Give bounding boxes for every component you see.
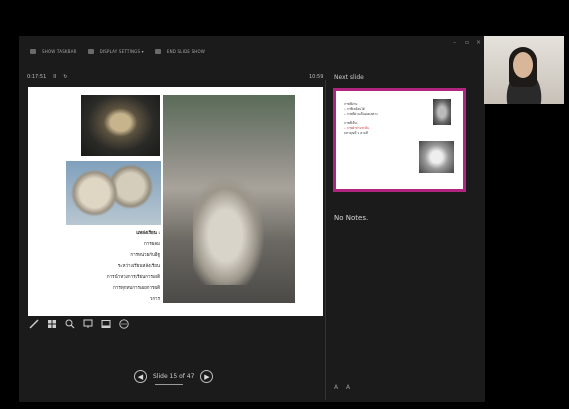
- slide-text-line: ระหว่างเรียนหลังเรียน: [117, 264, 160, 269]
- participant-face: [513, 52, 533, 78]
- decrease-font-button[interactable]: A: [334, 384, 338, 391]
- slide-text-line: วการ: [149, 297, 160, 302]
- next-slide-text: ภาพที่ผ่าน: • ภาพี่เหมือนได้ • ภาพที่ผ่า…: [344, 102, 404, 136]
- slide-tools: [29, 319, 129, 329]
- next-slide-image-bottom: [419, 141, 454, 173]
- show-taskbar-label: SHOW TASKBAR: [42, 48, 77, 54]
- display-settings-button[interactable]: DISPLAY SETTINGS ▾: [87, 48, 144, 54]
- clock: 10:59: [309, 74, 324, 80]
- restore-button[interactable]: ▫: [465, 39, 469, 46]
- chevron-left-icon: ◀: [137, 372, 144, 381]
- show-taskbar-button[interactable]: SHOW TASKBAR: [30, 48, 77, 54]
- end-show-icon: [154, 48, 161, 54]
- slide-text: แหล่งเรียน : การผลม การหน่วยกับอิฐู ระหว…: [98, 228, 160, 305]
- taskbar-icon: [30, 48, 36, 54]
- reset-timer-icon[interactable]: ↻: [63, 74, 67, 80]
- slide-image-plates: [66, 161, 161, 225]
- pane-divider[interactable]: [325, 80, 326, 400]
- slide-navigation: ◀ Slide 15 of 47 ▶: [134, 370, 214, 385]
- screen-icon[interactable]: [101, 319, 111, 329]
- top-toolbar: SHOW TASKBAR DISPLAY SETTINGS ▾ END SLID…: [19, 36, 485, 66]
- slide-text-line: การหน่วยกับอิฐู: [130, 253, 160, 258]
- pen-icon[interactable]: [29, 319, 39, 329]
- notes-font-controls: A A: [334, 384, 350, 391]
- slide-image-ceramic-bowls: [81, 95, 160, 156]
- elapsed-time: 0:17:51: [27, 74, 47, 80]
- slide-counter[interactable]: Slide 15 of 47: [153, 373, 195, 385]
- zoom-icon[interactable]: [65, 319, 75, 329]
- slide-text-line: แหล่งเรียน :: [136, 231, 160, 236]
- display-settings-icon: [87, 48, 94, 54]
- webcam-video: [484, 36, 564, 104]
- current-slide[interactable]: แหล่งเรียน : การผลม การหน่วยกับอิฐู ระหว…: [28, 87, 323, 316]
- end-slide-show-label: END SLIDE SHOW: [166, 48, 206, 54]
- next-slide-line: • ภาพที่ผ่านเป็นผมแต่ต่าง: [344, 112, 378, 116]
- next-slide-label: Next slide: [334, 74, 364, 81]
- presenter-view: SHOW TASKBAR DISPLAY SETTINGS ▾ END SLID…: [19, 36, 485, 402]
- more-options-icon[interactable]: [119, 319, 129, 329]
- close-button[interactable]: ×: [476, 39, 481, 46]
- next-slide-image-top: [433, 99, 451, 125]
- increase-font-button[interactable]: A: [346, 384, 350, 391]
- next-slide-line: มหาคุณที่ 1 ตามที่: [344, 131, 368, 135]
- end-slide-show-button[interactable]: END SLIDE SHOW: [154, 48, 206, 54]
- speaker-notes[interactable]: No Notes.: [334, 214, 368, 222]
- slide-text-line: การนำหวงการเรียนการเผดิ: [106, 275, 160, 280]
- see-all-slides-icon[interactable]: [47, 319, 57, 329]
- pointer-icon[interactable]: [83, 319, 93, 329]
- slide-text-line: การทุกทบการเผยการผดิ: [113, 286, 160, 291]
- next-slide-preview[interactable]: ภาพที่ผ่าน: • ภาพี่เหมือนได้ • ภาพที่ผ่า…: [333, 88, 466, 192]
- slide-text-line: การผลม: [143, 242, 160, 247]
- slide-counter-label: Slide 15 of 47: [153, 373, 195, 380]
- chevron-right-icon: ▶: [204, 372, 210, 381]
- timer: 0:17:51 II ↻: [27, 74, 67, 80]
- slide-image-kiln-site: [163, 95, 295, 303]
- previous-slide-button[interactable]: ◀: [134, 370, 147, 383]
- minimize-button[interactable]: –: [453, 39, 456, 46]
- next-slide-button[interactable]: ▶: [200, 370, 214, 383]
- display-settings-label: DISPLAY SETTINGS ▾: [99, 48, 144, 54]
- slide-progress-bar: [155, 384, 183, 385]
- pause-timer-icon[interactable]: II: [53, 74, 56, 80]
